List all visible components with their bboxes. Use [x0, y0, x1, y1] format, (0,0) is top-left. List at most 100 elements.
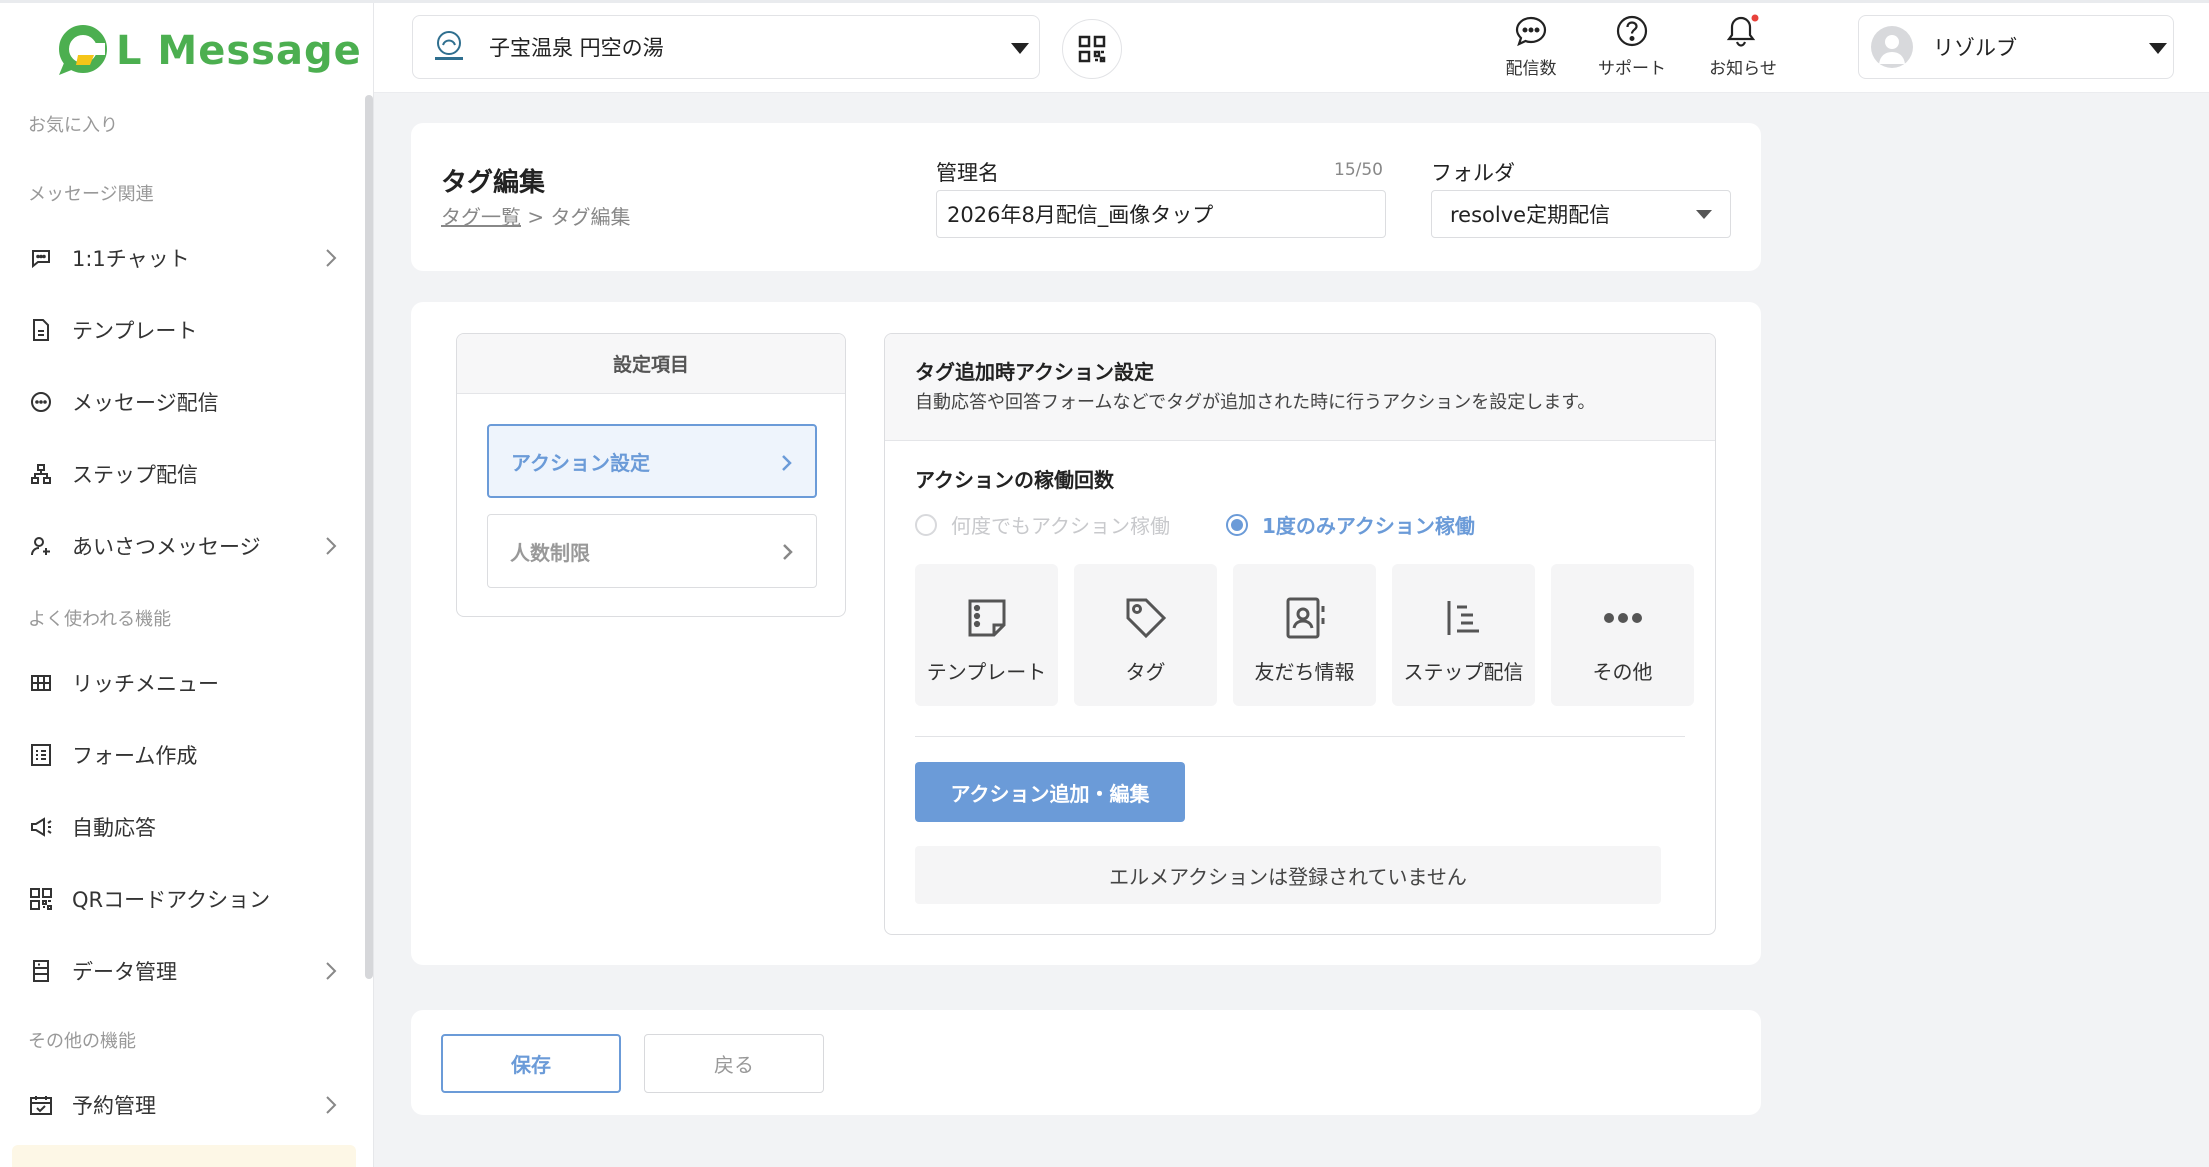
sidebar-item-qr-action[interactable]: QRコードアクション — [28, 874, 338, 924]
sidebar-item-label: 1:1チャット — [72, 247, 190, 271]
folder-field-label: フォルダ — [1431, 161, 1515, 185]
sidebar-item-label: あいさつメッセージ — [72, 535, 261, 559]
sidebar: L Message お気に入り メッセージ関連 1:1チャット テンプレート メ… — [0, 3, 374, 1167]
chevron-right-icon — [782, 455, 792, 471]
sidebar-item-reservation[interactable]: 予約管理 — [28, 1080, 338, 1130]
notification-label: お知らせ — [1709, 59, 1777, 79]
database-icon — [28, 958, 54, 984]
logo-icon — [59, 25, 107, 75]
avatar — [1871, 26, 1913, 68]
delivery-count-label: 配信数 — [1505, 59, 1557, 79]
grid-icon — [28, 670, 54, 696]
save-button[interactable]: 保存 — [441, 1034, 621, 1093]
back-button[interactable]: 戻る — [644, 1034, 824, 1093]
divider — [915, 736, 1685, 737]
chevron-right-icon — [326, 537, 337, 555]
notification-button[interactable]: お知らせ — [1688, 14, 1798, 84]
page-title: タグ編集 — [441, 168, 546, 198]
radio-label: 1度のみアクション稼働 — [1262, 514, 1475, 538]
account-name: 子宝温泉 円空の湯 — [489, 36, 664, 60]
sidebar-item-data-management[interactable]: データ管理 — [28, 946, 338, 996]
settings-menu-header: 設定項目 — [457, 334, 845, 394]
account-select[interactable]: 子宝温泉 円空の湯 — [412, 15, 1040, 79]
action-tile-other[interactable]: その他 — [1551, 564, 1694, 706]
sidebar-item-template[interactable]: テンプレート — [28, 305, 338, 355]
qr-icon — [1078, 35, 1106, 63]
sidebar-scrollbar[interactable] — [365, 95, 373, 979]
action-tile-label: 友だち情報 — [1254, 660, 1355, 684]
breadcrumb-current: タグ編集 — [550, 205, 631, 229]
chevron-right-icon — [326, 249, 337, 267]
action-settings-panel: タグ追加時アクション設定 自動応答や回答フォームなどでタグが追加された時に行うア… — [884, 333, 1716, 935]
action-tile-tag[interactable]: タグ — [1074, 564, 1217, 706]
sidebar-item-label: QRコードアクション — [72, 888, 271, 912]
support-label: サポート — [1598, 59, 1666, 79]
settings-item-limit[interactable]: 人数制限 — [487, 514, 817, 588]
section-label-common: よく使われる機能 — [28, 609, 172, 630]
app-logo[interactable]: L Message — [56, 23, 362, 79]
hierarchy-icon — [28, 461, 54, 487]
action-tile-friend-info[interactable]: 友だち情報 — [1233, 564, 1376, 706]
support-button[interactable]: サポート — [1577, 14, 1687, 84]
settings-item-label: アクション設定 — [511, 450, 650, 475]
management-name-value: 2026年8月配信_画像タップ — [947, 203, 1214, 227]
chevron-right-icon — [326, 1096, 337, 1114]
section-label-favorites: お気に入り — [28, 115, 118, 136]
section-label-other: その他の機能 — [28, 1031, 136, 1052]
caret-down-icon — [1011, 43, 1029, 54]
caret-down-icon — [1696, 210, 1712, 219]
name-char-count: 15/50 — [1334, 160, 1383, 180]
sidebar-item-chat[interactable]: 1:1チャット — [28, 233, 338, 283]
sidebar-item-rich-menu[interactable]: リッチメニュー — [28, 658, 338, 708]
message-icon — [28, 389, 54, 415]
radio-once[interactable]: 1度のみアクション稼働 — [1226, 510, 1475, 539]
action-tile-label: テンプレート — [926, 660, 1047, 684]
template-icon — [968, 599, 1005, 637]
chevron-right-icon — [326, 962, 337, 980]
sidebar-item-form[interactable]: フォーム作成 — [28, 730, 338, 780]
action-tile-label: その他 — [1592, 660, 1653, 684]
action-tile-label: ステップ配信 — [1403, 660, 1524, 684]
chat-icon — [28, 245, 54, 271]
chat-bubble-icon — [1515, 16, 1547, 47]
add-edit-action-button[interactable]: アクション追加・編集 — [915, 762, 1185, 822]
radio-label: 何度でもアクション稼働 — [951, 514, 1170, 538]
user-menu[interactable]: リゾルブ — [1858, 15, 2174, 79]
management-name-input[interactable]: 2026年8月配信_画像タップ — [936, 190, 1386, 238]
action-tile-label: タグ — [1125, 660, 1166, 684]
radio-any-times[interactable]: 何度でもアクション稼働 — [915, 510, 1170, 539]
qr-code-button[interactable] — [1062, 19, 1122, 79]
action-tile-template[interactable]: テンプレート — [915, 564, 1058, 706]
breadcrumb-separator: > — [527, 205, 545, 229]
settings-item-action[interactable]: アクション設定 — [487, 424, 817, 498]
breadcrumb: タグ一覧 > タグ編集 — [441, 201, 630, 230]
logo-text: L Message — [116, 28, 362, 74]
bell-icon — [1726, 14, 1759, 47]
user-name: リゾルブ — [1933, 36, 2017, 60]
user-add-icon — [28, 533, 54, 559]
section-label-message: メッセージ関連 — [28, 184, 154, 205]
sidebar-item-highlighted-partial[interactable] — [12, 1145, 356, 1167]
radio-circle — [1226, 513, 1248, 536]
sidebar-item-greeting[interactable]: あいさつメッセージ — [28, 521, 338, 571]
folder-select-value: resolve定期配信 — [1450, 203, 1611, 227]
tag-icon — [1126, 598, 1166, 639]
caret-down-icon — [2149, 43, 2167, 54]
folder-select[interactable]: resolve定期配信 — [1431, 190, 1731, 238]
radio-circle — [915, 513, 937, 536]
sidebar-item-label: テンプレート — [72, 319, 198, 343]
sidebar-item-message-delivery[interactable]: メッセージ配信 — [28, 377, 338, 427]
breadcrumb-link-tag-list[interactable]: タグ一覧 — [441, 205, 521, 229]
sidebar-item-label: フォーム作成 — [72, 744, 198, 768]
name-field-label: 管理名 — [936, 161, 999, 185]
user-icon — [1879, 35, 1905, 64]
sidebar-item-auto-reply[interactable]: 自動応答 — [28, 802, 338, 852]
action-tile-step-delivery[interactable]: ステップ配信 — [1392, 564, 1535, 706]
action-settings-header: タグ追加時アクション設定 自動応答や回答フォームなどでタグが追加された時に行うア… — [885, 334, 1715, 441]
settings-item-label: 人数制限 — [510, 540, 590, 565]
delivery-count-button[interactable]: 配信数 — [1476, 14, 1586, 84]
sidebar-item-step-delivery[interactable]: ステップ配信 — [28, 449, 338, 499]
qr-icon — [28, 886, 54, 912]
sidebar-item-label: ステップ配信 — [72, 463, 198, 487]
sidebar-item-label: 自動応答 — [72, 816, 156, 840]
